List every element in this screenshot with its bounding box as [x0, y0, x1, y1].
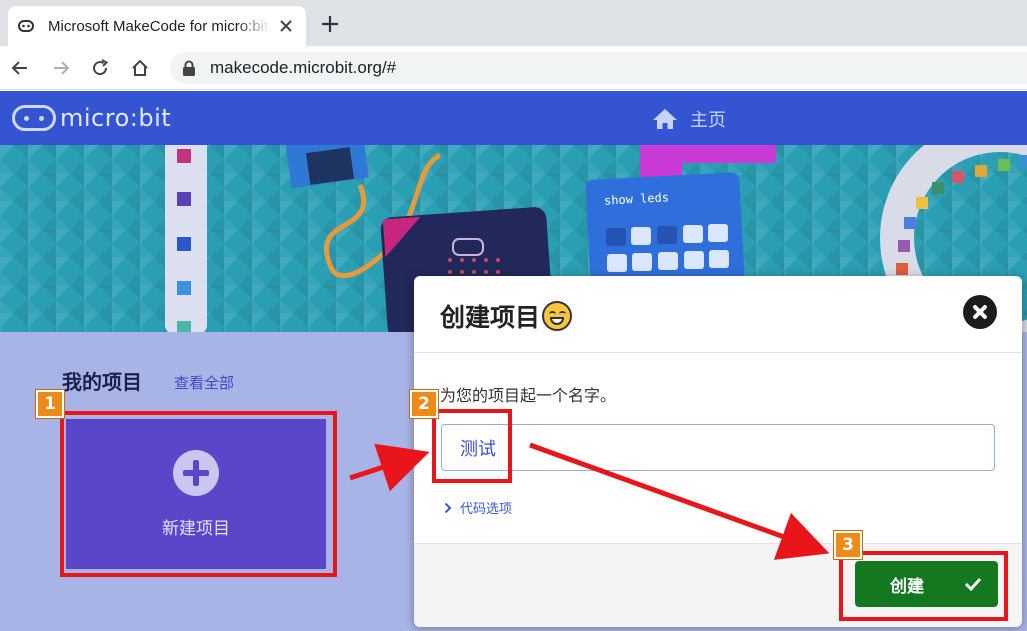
- new-tab-icon[interactable]: [318, 12, 342, 36]
- home-icon: [653, 109, 677, 129]
- browser-tab[interactable]: Microsoft MakeCode for micro:bit: [8, 6, 306, 46]
- home-label: 主页: [690, 110, 726, 131]
- reload-icon[interactable]: [88, 56, 112, 80]
- close-icon[interactable]: [963, 295, 997, 329]
- lock-icon[interactable]: [182, 60, 196, 76]
- annotation-box-1: [60, 411, 337, 577]
- code-options-toggle[interactable]: 代码选项: [444, 498, 512, 517]
- my-projects-heading: 我的项目: [62, 370, 142, 394]
- url-text: makecode.microbit.org/#: [210, 58, 397, 77]
- home-browser-icon[interactable]: [128, 56, 152, 80]
- back-icon[interactable]: [8, 56, 32, 80]
- dialog-title: 创建项目: [440, 298, 573, 334]
- app-header: micro:bit 主页: [0, 91, 1027, 145]
- annotation-box-2: [432, 409, 512, 483]
- microbit-logo-icon: [12, 105, 56, 131]
- led-strip-illustration: [165, 145, 207, 332]
- project-name-input[interactable]: [441, 424, 995, 471]
- annotation-badge-3: 3: [834, 531, 862, 559]
- forward-icon[interactable]: [49, 56, 73, 80]
- chevron-right-icon: [444, 502, 452, 513]
- tab-title: Microsoft MakeCode for micro:bit: [48, 17, 269, 35]
- microbit-favicon-icon: [18, 18, 34, 34]
- led-grid-illustration: [606, 224, 729, 272]
- grinning-face-icon: [542, 301, 573, 331]
- annotation-badge-2: 2: [410, 390, 438, 418]
- logo-text: micro:bit: [60, 104, 172, 132]
- view-all-link[interactable]: 查看全部: [174, 372, 234, 393]
- microbit-logo[interactable]: micro:bit: [12, 104, 171, 132]
- code-options-label: 代码选项: [460, 502, 513, 517]
- home-button[interactable]: 主页: [652, 106, 726, 132]
- dialog-header: 创建项目: [414, 276, 1022, 353]
- tab-close-icon[interactable]: [278, 18, 294, 34]
- annotation-box-3: [839, 551, 1008, 621]
- annotation-badge-1: 1: [36, 390, 64, 418]
- dialog-title-text: 创建项目: [440, 303, 541, 332]
- browser-tabstrip: Microsoft MakeCode for micro:bit: [0, 0, 1027, 46]
- name-prompt: 为您的项目起一个名字。: [440, 386, 617, 405]
- address-bar[interactable]: makecode.microbit.org/#: [170, 52, 1027, 84]
- browser-toolbar: makecode.microbit.org/#: [0, 46, 1027, 90]
